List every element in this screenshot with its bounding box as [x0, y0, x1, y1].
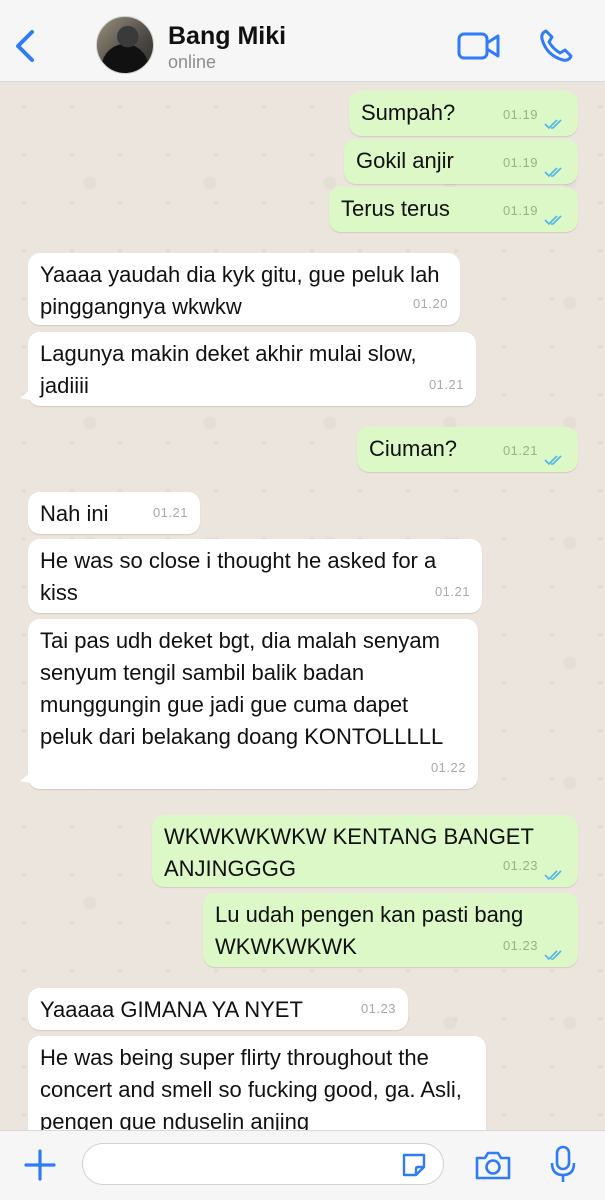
phone-icon[interactable] — [538, 28, 574, 64]
message-text: He was being super flirty throughout the… — [40, 1045, 469, 1130]
outgoing-message[interactable]: Gokil anjir 01.19 — [344, 139, 578, 184]
message-time: 01.23 — [360, 1001, 396, 1016]
back-chevron-icon[interactable] — [8, 24, 44, 68]
message-text: Tai pas udh deket bgt, dia malah senyam … — [40, 628, 447, 749]
outgoing-message[interactable]: Sumpah? 01.19 — [349, 91, 578, 136]
camera-icon[interactable] — [474, 1149, 512, 1181]
message-time: 01.19 — [502, 107, 538, 122]
read-ticks-icon — [544, 167, 562, 178]
message-list[interactable]: Sumpah? 01.19 Gokil anjir 01.19 Terus te… — [0, 83, 605, 1130]
outgoing-message[interactable]: Ciuman? 01.21 — [357, 427, 578, 472]
incoming-message[interactable]: He was being super flirty throughout the… — [28, 1036, 486, 1130]
read-ticks-icon — [544, 215, 562, 226]
chat-header: Bang Miki online — [0, 0, 605, 82]
message-time: 01.21 — [428, 377, 464, 392]
incoming-message[interactable]: Nah ini 01.21 — [28, 492, 200, 534]
incoming-message[interactable]: Yaaaa yaudah dia kyk gitu, gue peluk lah… — [28, 253, 460, 325]
message-text: Yaaaa yaudah dia kyk gitu, gue peluk lah… — [40, 262, 446, 319]
message-time: 01.19 — [502, 203, 538, 218]
contact-status: online — [168, 52, 217, 72]
message-text: Yaaaaa GIMANA YA NYET — [40, 997, 303, 1022]
message-time: 01.22 — [430, 760, 466, 775]
incoming-message[interactable]: Tai pas udh deket bgt, dia malah senyam … — [20, 619, 478, 789]
sticker-icon[interactable] — [400, 1151, 428, 1179]
contact-avatar[interactable] — [96, 16, 154, 74]
message-time: 01.23 — [502, 938, 538, 953]
message-time: 01.23 — [502, 858, 538, 873]
outgoing-message[interactable]: Terus terus 01.19 — [329, 187, 578, 232]
microphone-icon[interactable] — [548, 1145, 578, 1185]
composer-bar — [0, 1130, 605, 1200]
read-ticks-icon — [544, 455, 562, 466]
contact-name[interactable]: Bang Miki — [168, 22, 286, 51]
plus-icon[interactable] — [22, 1147, 58, 1183]
message-text: Lagunya makin deket akhir mulai slow, ja… — [40, 341, 423, 398]
message-time: 01.19 — [502, 155, 538, 170]
message-time: 01.21 — [434, 584, 470, 599]
message-time: 01.20 — [412, 296, 448, 311]
message-time: 01.21 — [502, 443, 538, 458]
incoming-message[interactable]: He was so close i thought he asked for a… — [28, 539, 482, 613]
message-time: 01.21 — [152, 505, 188, 520]
video-camera-icon[interactable] — [457, 30, 501, 62]
message-text: He was so close i thought he asked for a… — [40, 548, 443, 605]
read-ticks-icon — [544, 119, 562, 130]
read-ticks-icon — [544, 870, 562, 881]
incoming-message[interactable]: Lagunya makin deket akhir mulai slow, ja… — [20, 332, 476, 406]
outgoing-message[interactable]: WKWKWKWKW KENTANG BANGET ANJINGGGG 01.23 — [152, 815, 578, 887]
incoming-message[interactable]: Yaaaaa GIMANA YA NYET 01.23 — [28, 988, 408, 1030]
read-ticks-icon — [544, 950, 562, 961]
message-input[interactable] — [82, 1143, 444, 1185]
outgoing-message[interactable]: Lu udah pengen kan pasti bang WKWKWKWK 0… — [203, 893, 578, 967]
